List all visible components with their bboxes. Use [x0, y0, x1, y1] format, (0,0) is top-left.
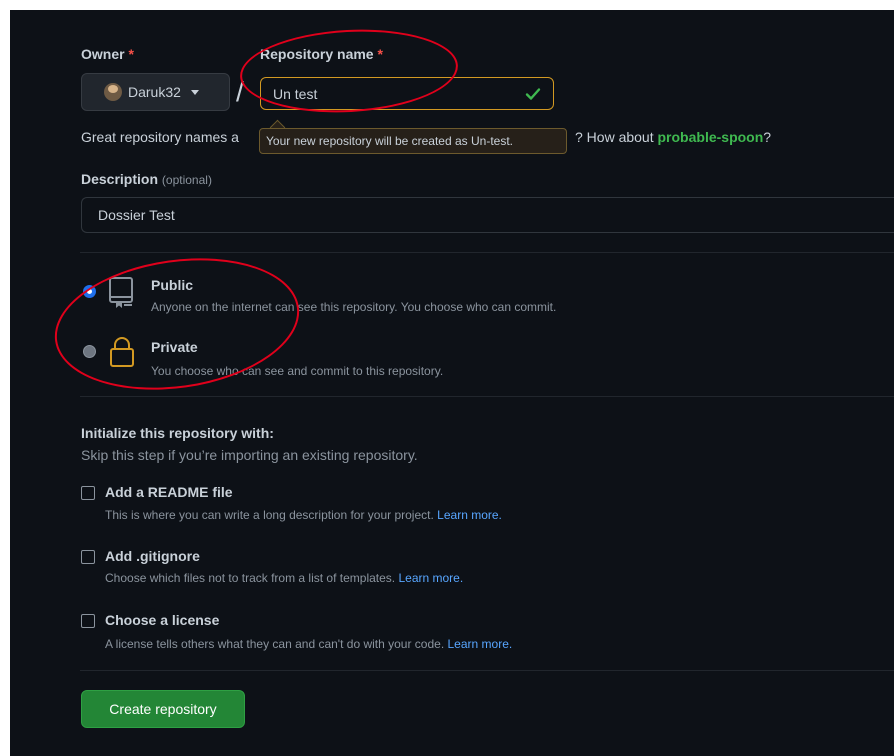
description-label-text: Description: [81, 171, 159, 187]
init-subtitle: Skip this step if you’re importing an ex…: [81, 447, 418, 463]
create-repository-button[interactable]: Create repository: [81, 690, 245, 728]
gitignore-learn-more-link[interactable]: Learn more.: [398, 571, 463, 585]
suggestion-link[interactable]: probable-spoon: [658, 129, 764, 145]
readme-checkbox[interactable]: [81, 486, 95, 500]
readme-label: Add a README file: [105, 484, 233, 500]
annotation-ellipse-visibility: [46, 243, 308, 405]
gitignore-description: Choose which files not to track from a l…: [105, 571, 463, 585]
hint-end-mark: ?: [763, 129, 772, 145]
readme-description: This is where you can write a long descr…: [105, 508, 502, 522]
description-value: Dossier Test: [98, 207, 175, 223]
divider: [80, 670, 894, 671]
owner-label-text: Owner: [81, 46, 125, 62]
gitignore-checkbox[interactable]: [81, 550, 95, 564]
public-description: Anyone on the internet can see this repo…: [151, 300, 557, 314]
divider: [80, 396, 894, 397]
owner-dropdown[interactable]: Daruk32: [81, 73, 230, 111]
description-label: Description (optional): [81, 171, 212, 187]
owner-repo-separator: /: [236, 76, 244, 107]
license-description: A license tells others what they can and…: [105, 637, 512, 651]
caret-down-icon: [190, 89, 199, 95]
repo-name-label: Repository name *: [260, 46, 383, 62]
lock-icon: [110, 337, 134, 367]
repo-name-hint-start: Great repository names a: [81, 129, 239, 145]
public-title: Public: [151, 277, 194, 293]
private-description: You choose who can see and commit to thi…: [151, 364, 444, 378]
repo-name-input[interactable]: Un test: [260, 77, 554, 110]
avatar: [104, 83, 122, 101]
radio-public[interactable]: [83, 285, 96, 298]
private-title: Private: [151, 339, 198, 355]
hint-suffix: ? How about: [575, 129, 654, 145]
license-checkbox[interactable]: [81, 614, 95, 628]
gitignore-desc-text: Choose which files not to track from a l…: [105, 571, 396, 585]
owner-required-mark: *: [128, 46, 134, 62]
readme-desc-text: This is where you can write a long descr…: [105, 508, 434, 522]
repo-name-hint-end: ? How about probable-spoon?: [575, 129, 771, 145]
license-desc-text: A license tells others what they can and…: [105, 637, 445, 651]
radio-private[interactable]: [83, 345, 96, 358]
gitignore-label: Add .gitignore: [105, 548, 200, 564]
repo-name-required-mark: *: [377, 46, 383, 62]
repo-name-tooltip: Your new repository will be created as U…: [259, 128, 567, 154]
init-title: Initialize this repository with:: [81, 425, 274, 441]
description-input[interactable]: Dossier Test: [81, 197, 894, 233]
readme-learn-more-link[interactable]: Learn more.: [437, 508, 502, 522]
license-learn-more-link[interactable]: Learn more.: [448, 637, 513, 651]
description-optional: (optional): [161, 173, 212, 187]
license-label: Choose a license: [105, 612, 220, 628]
create-repo-form: Owner * Daruk32 Repository name * / Un t…: [10, 10, 894, 756]
divider: [80, 252, 894, 253]
repo-icon: [109, 277, 133, 308]
check-icon: [525, 87, 541, 100]
owner-selected-name: Daruk32: [128, 84, 181, 100]
owner-label: Owner *: [81, 46, 134, 62]
repo-name-label-text: Repository name: [260, 46, 374, 62]
repo-name-value: Un test: [273, 85, 318, 102]
